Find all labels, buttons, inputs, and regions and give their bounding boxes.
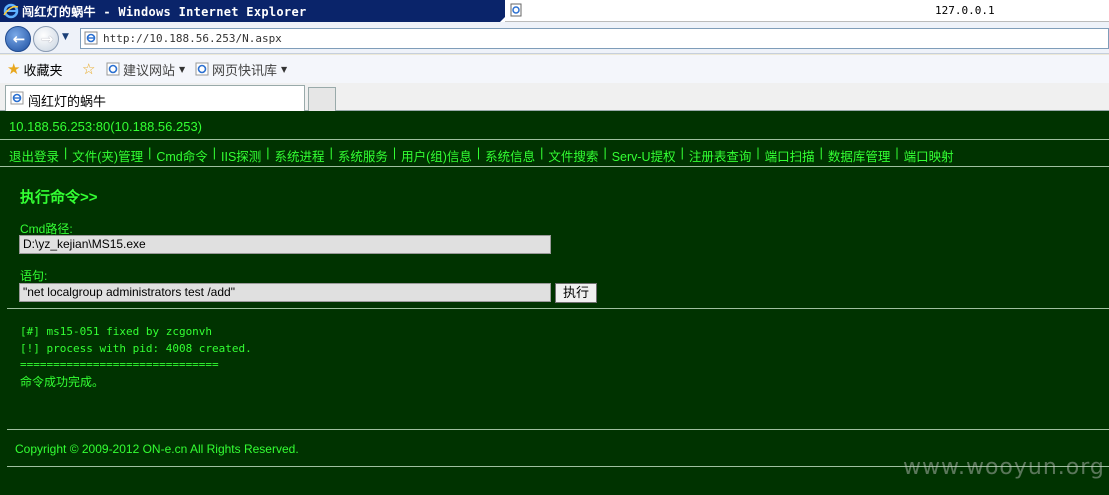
forward-button[interactable]: → (33, 26, 59, 52)
remote-ip: 127.0.0.1 (935, 4, 995, 17)
menu-item[interactable]: 退出登录 (9, 146, 59, 165)
address-input[interactable]: http://10.188.56.253/N.aspx (80, 28, 1109, 49)
menu-separator: | (680, 146, 684, 160)
menu-item[interactable]: 用户(组)信息 (401, 146, 472, 165)
menu-item[interactable]: 端口映射 (904, 146, 954, 165)
forward-arrow-icon: → (40, 30, 54, 48)
nav-menu: 退出登录 | 文件(夹)管理 | Cmd命令 | IIS探测 | 系统进程 | 系统服务 | 用户(组)… (9, 146, 954, 165)
suggested-sites-button[interactable]: 建议网站 ▼ (106, 61, 186, 79)
favorites-bar: ★ 收藏夹 ☆ 建议网站 ▼ 网页快讯库 ▼ (0, 55, 1109, 83)
url-text: http://10.188.56.253/N.aspx (103, 32, 282, 45)
menu-separator: | (756, 146, 760, 160)
address-toolbar: ← → ▼ http://10.188.56.253/N.aspx (0, 22, 1109, 54)
ie-icon (10, 91, 24, 105)
divider (7, 308, 1109, 309)
menu-item[interactable]: 系统服务 (338, 146, 388, 165)
add-favorite-button[interactable]: ☆ (82, 60, 98, 78)
statement-label: 语句: (20, 269, 48, 283)
menu-item[interactable]: 系统进程 (275, 146, 325, 165)
menu-separator: | (603, 146, 607, 160)
title-bar-secondary: 127.0.0.1 (505, 0, 1109, 22)
menu-separator: | (819, 146, 823, 160)
ie-icon (195, 62, 209, 76)
copyright: Copyright © 2009-2012 ON-e.cn All Rights… (15, 442, 299, 456)
menu-item[interactable]: 端口扫描 (765, 146, 815, 165)
favorites-label: 收藏夹 (23, 63, 63, 79)
menu-separator: | (64, 146, 68, 160)
history-dropdown-icon[interactable]: ▼ (62, 32, 69, 42)
menu-separator: | (212, 146, 216, 160)
chevron-down-icon: ▼ (281, 64, 288, 74)
host-row: 10.188.56.253:80(10.188.56.253) (0, 111, 1109, 140)
menu-item[interactable]: Serv-U提权 (612, 146, 676, 165)
menu-separator: | (266, 146, 270, 160)
web-slice-label: 网页快讯库 (212, 63, 278, 79)
page-icon (510, 3, 522, 17)
section-title: 执行命令>> (20, 189, 98, 206)
chevron-down-icon: ▼ (179, 64, 186, 74)
tab-bar: 闯红灯的蜗牛 (0, 83, 1109, 111)
statement-input[interactable]: "net localgroup administrators test /add… (19, 283, 551, 302)
add-favorite-icon: ☆ (82, 60, 96, 78)
back-arrow-icon: ← (12, 30, 26, 48)
divider (7, 429, 1109, 430)
menu-separator: | (895, 146, 899, 160)
ie-icon (3, 3, 19, 19)
nav-menu-row: 退出登录 | 文件(夹)管理 | Cmd命令 | IIS探测 | 系统进程 | 系统服务 | 用户(组)… (0, 141, 1109, 167)
output-result: 命令成功完成。 (20, 374, 105, 389)
menu-item[interactable]: 系统信息 (485, 146, 535, 165)
command-output: [#] ms15-051 fixed by zcgonvh [!] process… (20, 324, 252, 390)
menu-separator: | (476, 146, 481, 160)
window-title: 闯红灯的蜗牛 - Windows Internet Explorer (22, 5, 307, 19)
output-line: [!] process with pid: 4008 created. (20, 341, 252, 355)
menu-separator: | (148, 146, 152, 160)
menu-separator: | (329, 146, 333, 160)
menu-item[interactable]: 文件搜索 (548, 146, 598, 165)
output-line: [#] ms15-051 fixed by zcgonvh (20, 325, 213, 338)
tab-label: 闯红灯的蜗牛 (28, 95, 107, 110)
host-address: 10.188.56.253:80(10.188.56.253) (9, 119, 203, 134)
menu-separator: | (540, 146, 544, 160)
menu-item[interactable]: 注册表查询 (689, 146, 752, 165)
output-line: ============================== (20, 358, 219, 371)
title-bar-active: 闯红灯的蜗牛 - Windows Internet Explorer (0, 0, 522, 22)
execute-button[interactable]: 执行 (555, 283, 597, 303)
new-tab-button[interactable] (308, 87, 336, 111)
webshell-page: 10.188.56.253:80(10.188.56.253) 退出登录 | 文件(… (0, 111, 1109, 495)
menu-item[interactable]: IIS探测 (221, 146, 261, 165)
back-button[interactable]: ← (5, 26, 31, 52)
tab-current[interactable]: 闯红灯的蜗牛 (5, 85, 305, 111)
menu-item[interactable]: Cmd命令 (156, 146, 207, 165)
ie-icon (106, 62, 120, 76)
menu-item[interactable]: 文件(夹)管理 (72, 146, 143, 165)
favorites-button[interactable]: ★ 收藏夹 (7, 60, 63, 79)
cmd-path-input[interactable]: D:\yz_kejian\MS15.exe (19, 235, 551, 254)
menu-separator: | (392, 146, 397, 160)
watermark: www.wooyun.org (903, 455, 1105, 480)
star-icon: ★ (7, 60, 21, 78)
ie-page-icon (84, 31, 98, 45)
menu-item[interactable]: 数据库管理 (828, 146, 891, 165)
suggested-sites-label: 建议网站 (123, 63, 176, 79)
web-slice-gallery-button[interactable]: 网页快讯库 ▼ (195, 61, 288, 79)
window-titlebar: 闯红灯的蜗牛 - Windows Internet Explorer 127.0… (0, 0, 1109, 22)
